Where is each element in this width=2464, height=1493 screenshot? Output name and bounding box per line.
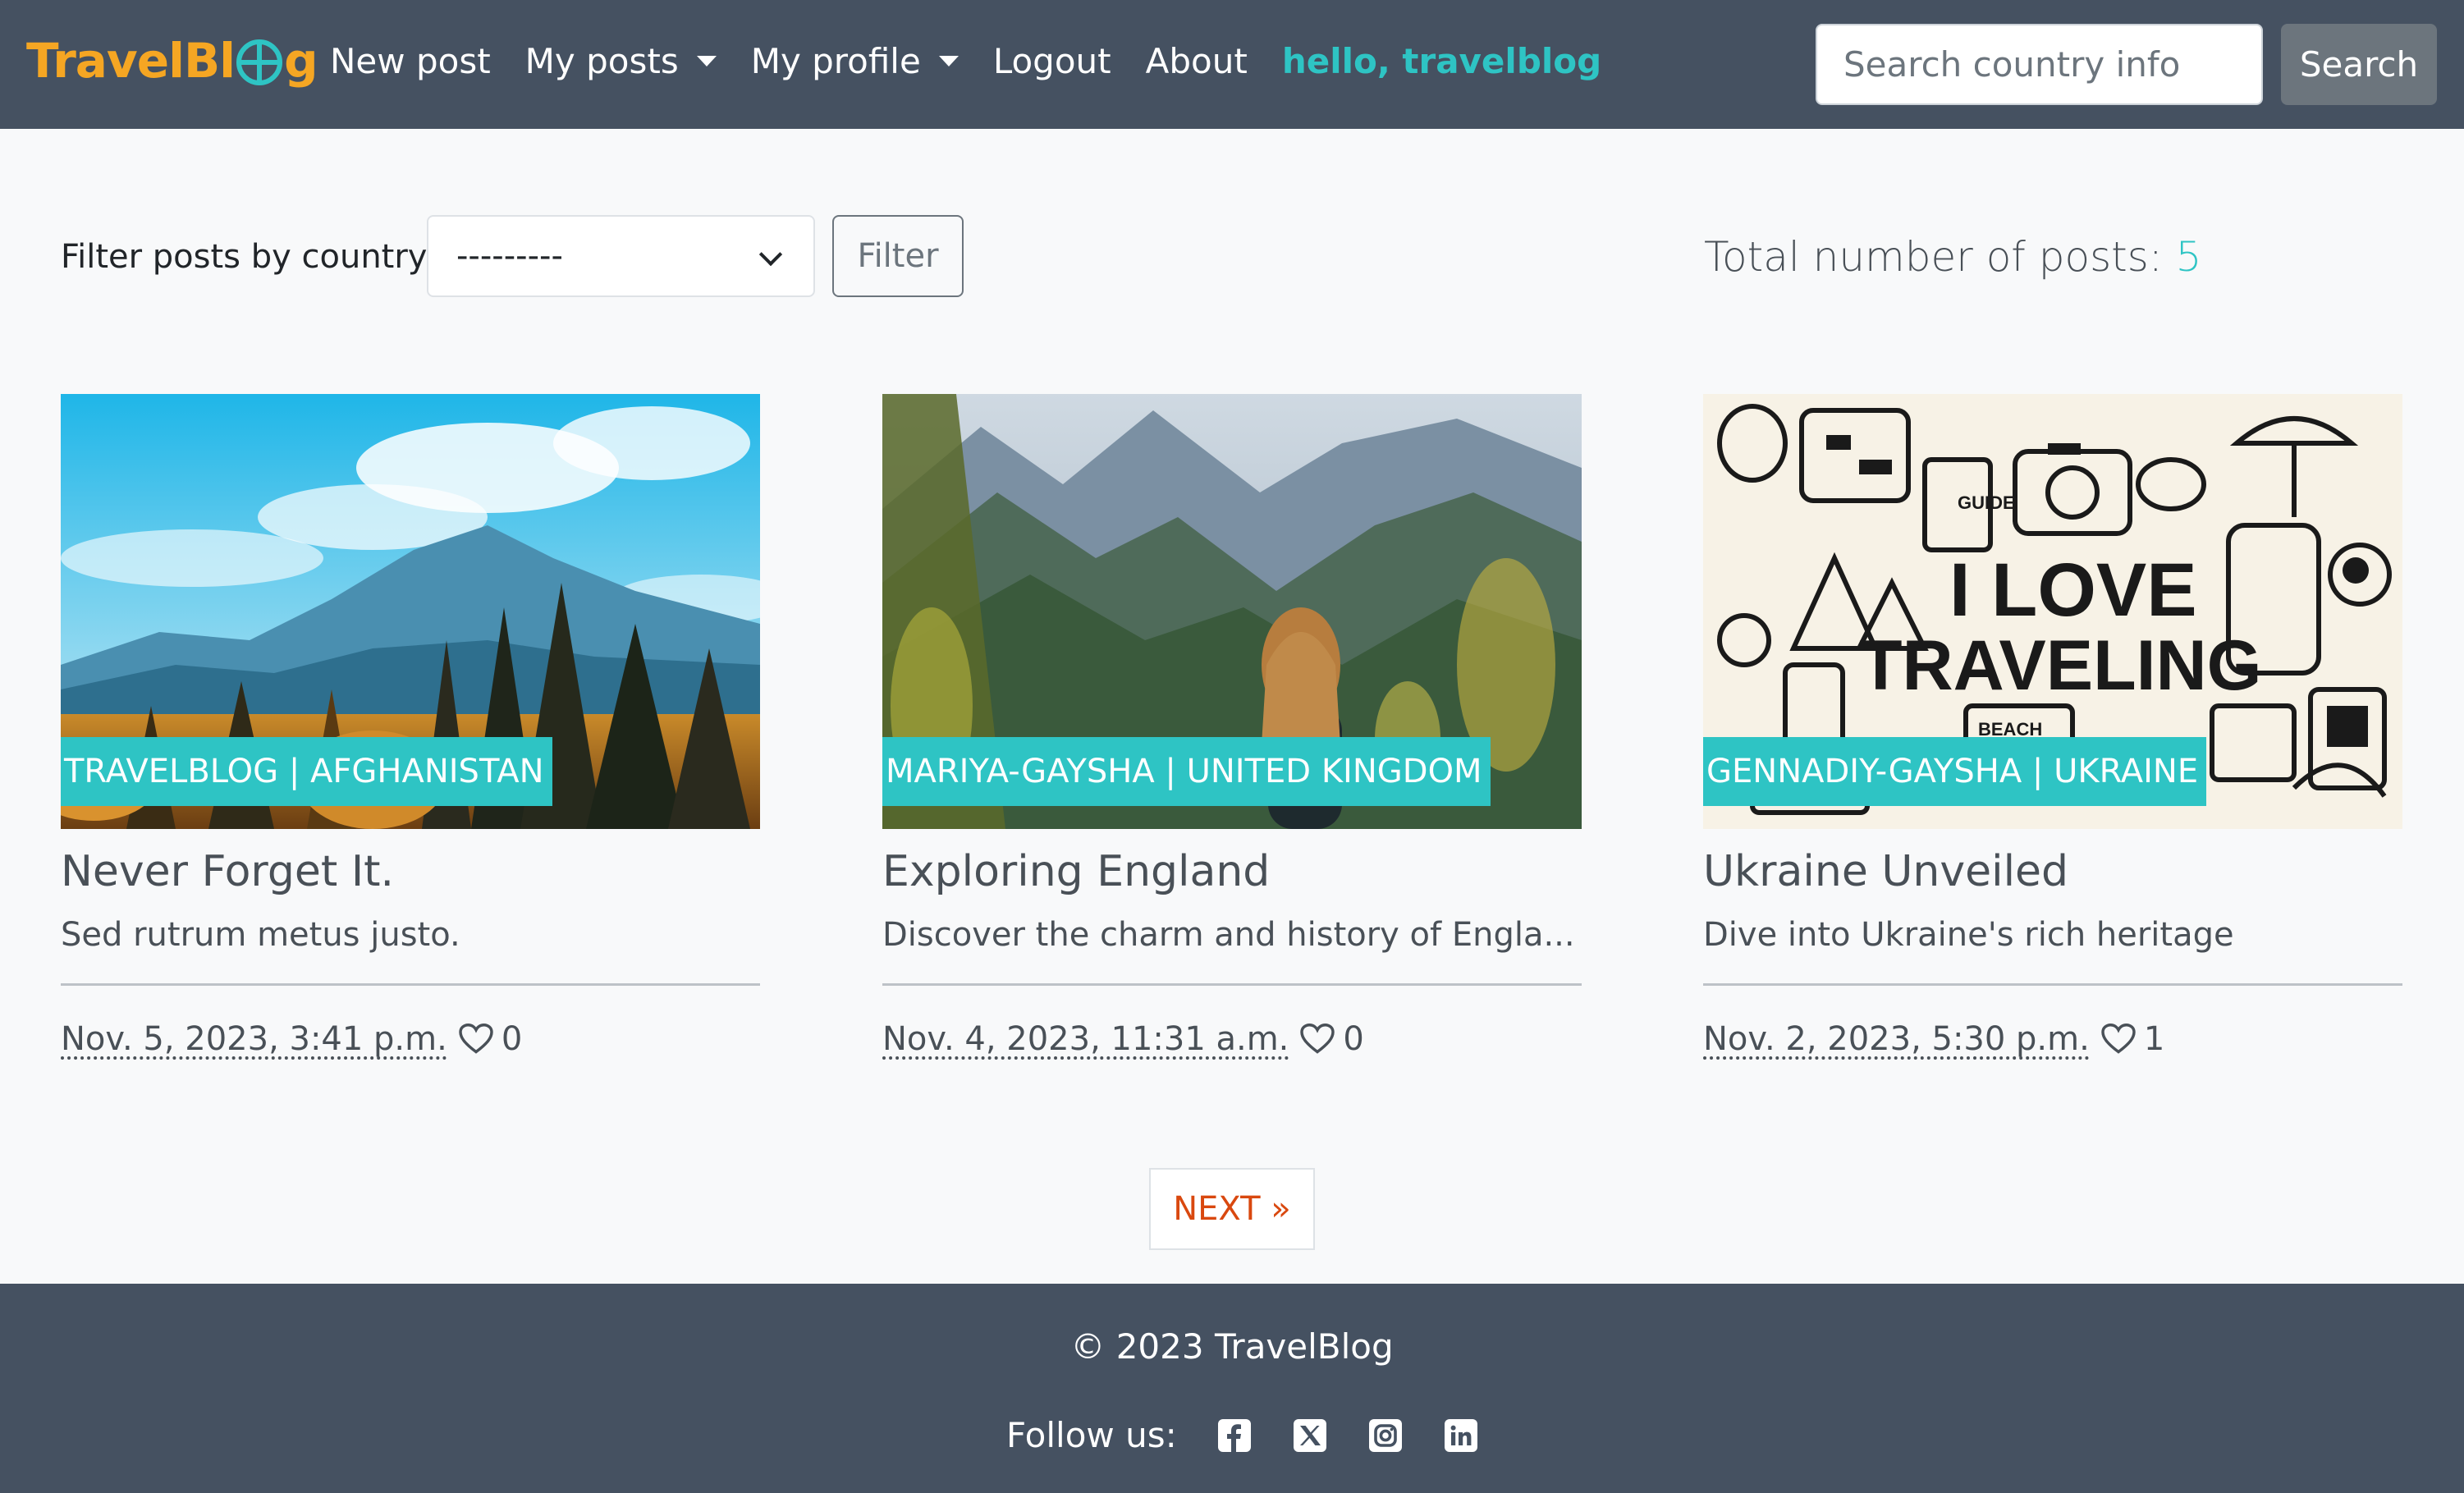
nav-about[interactable]: About bbox=[1146, 41, 1248, 81]
post-image-mountains[interactable]: TRAVELBLOG | AFGHANISTAN bbox=[61, 394, 760, 829]
post-excerpt: Sed rutrum metus justo. bbox=[61, 916, 460, 954]
post-date: Nov. 4, 2023, 11:31 a.m. bbox=[882, 1020, 1289, 1058]
country-select[interactable]: --------- bbox=[427, 215, 815, 297]
nav-logout[interactable]: Logout bbox=[993, 41, 1111, 81]
post-image-valley[interactable]: MARIYA-GAYSHA | UNITED KINGDOM bbox=[882, 394, 1582, 829]
filter-button[interactable]: Filter bbox=[832, 215, 964, 297]
search-input[interactable] bbox=[1816, 24, 2263, 105]
post-meta: Nov. 2, 2023, 5:30 p.m. 1 bbox=[1703, 1020, 2402, 1058]
country-select-value: --------- bbox=[456, 237, 563, 275]
total-posts: Total number of posts: 5 bbox=[1704, 233, 2201, 281]
nav-new-post[interactable]: New post bbox=[330, 41, 491, 81]
instagram-icon[interactable] bbox=[1368, 1418, 1402, 1452]
post-card[interactable]: TRAVELBLOG | AFGHANISTAN Never Forget It… bbox=[61, 394, 760, 1058]
like-count: 0 bbox=[501, 1020, 523, 1058]
post-title[interactable]: Never Forget It. bbox=[61, 847, 760, 896]
nav-links: New post My posts My profile Logout Abou… bbox=[330, 41, 1601, 81]
globe-icon bbox=[236, 39, 283, 85]
like-count: 1 bbox=[2143, 1020, 2165, 1058]
brand-text-prefix: TravelBl bbox=[26, 33, 236, 89]
post-meta: Nov. 5, 2023, 3:41 p.m. 0 bbox=[61, 1020, 760, 1058]
post-badge[interactable]: TRAVELBLOG | AFGHANISTAN bbox=[61, 737, 552, 806]
heart-icon[interactable] bbox=[2101, 1024, 2136, 1055]
copyright: © 2023 TravelBlog bbox=[1070, 1326, 1394, 1367]
post-title[interactable]: Ukraine Unveiled bbox=[1703, 847, 2402, 896]
divider bbox=[882, 983, 1582, 986]
nav-my-profile-dropdown[interactable]: My profile bbox=[751, 41, 959, 81]
linkedin-icon[interactable] bbox=[1444, 1418, 1477, 1452]
filter-label: Filter posts by country: bbox=[61, 238, 437, 276]
post-meta: Nov. 4, 2023, 11:31 a.m. 0 bbox=[882, 1020, 1582, 1058]
post-title[interactable]: Exploring England bbox=[882, 847, 1582, 896]
x-icon[interactable] bbox=[1293, 1418, 1326, 1452]
chevron-down-icon bbox=[758, 242, 783, 267]
heart-icon[interactable] bbox=[459, 1024, 493, 1055]
total-posts-count: 5 bbox=[2175, 233, 2202, 281]
search-button[interactable]: Search bbox=[2281, 24, 2437, 105]
footer: © 2023 TravelBlog Follow us: bbox=[0, 1284, 2464, 1493]
post-excerpt: Dive into Ukraine's rich heritage bbox=[1703, 916, 2234, 954]
nav-my-posts-dropdown[interactable]: My posts bbox=[525, 41, 717, 81]
love-text: I LOVE bbox=[1949, 548, 2197, 632]
post-card[interactable]: MARIYA-GAYSHA | UNITED KINGDOM Exploring… bbox=[882, 394, 1582, 1058]
post-badge[interactable]: GENNADIY-GAYSHA | UKRAINE bbox=[1703, 737, 2207, 806]
brand-text-suffix: g bbox=[284, 33, 318, 89]
post-image-doodles[interactable]: GUIDE I LOVE TRAVELING BEACH GENNADIY-GA… bbox=[1703, 394, 2402, 829]
navbar: TravelBl g New post My posts My profile L… bbox=[0, 0, 2464, 129]
next-page-button[interactable]: NEXT » bbox=[1149, 1168, 1315, 1250]
total-posts-label: Total number of posts: bbox=[1704, 233, 2163, 281]
post-excerpt: Discover the charm and history of Engla.… bbox=[882, 916, 1575, 954]
divider bbox=[61, 983, 760, 986]
like-count: 0 bbox=[1343, 1020, 1364, 1058]
facebook-icon[interactable] bbox=[1217, 1418, 1251, 1452]
post-badge[interactable]: MARIYA-GAYSHA | UNITED KINGDOM bbox=[882, 737, 1491, 806]
divider bbox=[1703, 983, 2402, 986]
post-date: Nov. 5, 2023, 3:41 p.m. bbox=[61, 1020, 447, 1058]
user-greeting: hello, travelblog bbox=[1281, 41, 1602, 81]
nav-my-posts-label: My posts bbox=[524, 41, 679, 81]
brand-logo[interactable]: TravelBl g bbox=[26, 33, 318, 89]
guide-text: GUIDE bbox=[1958, 492, 2015, 513]
follow-label: Follow us: bbox=[1006, 1415, 1177, 1455]
traveling-text: TRAVELING bbox=[1859, 626, 2262, 705]
caret-down-icon bbox=[696, 56, 717, 66]
post-card[interactable]: GUIDE I LOVE TRAVELING BEACH GENNADIY-GA… bbox=[1703, 394, 2402, 1058]
heart-icon[interactable] bbox=[1300, 1024, 1335, 1055]
caret-down-icon bbox=[938, 56, 959, 66]
post-date: Nov. 2, 2023, 5:30 p.m. bbox=[1703, 1020, 2090, 1058]
nav-my-profile-label: My profile bbox=[750, 41, 921, 81]
follow-us: Follow us: bbox=[1006, 1415, 1520, 1455]
